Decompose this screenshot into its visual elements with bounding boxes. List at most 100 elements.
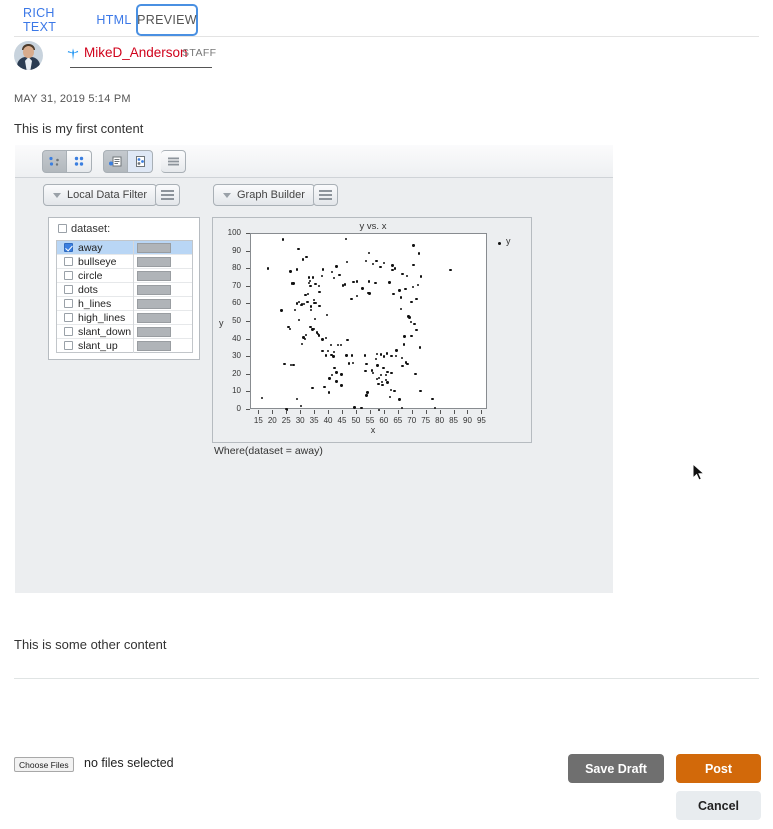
dataset-value-list[interactable]: away bullseye circle dots h_lines high_lines s… — [56, 240, 193, 353]
graph-builder-menu-icon[interactable] — [313, 184, 338, 206]
local-data-filter-box: dataset: away bullseye circle dots h_lines hi… — [48, 217, 200, 360]
scatter-point — [352, 281, 355, 284]
chart-x-tick-mark — [258, 410, 260, 414]
scatter-point — [370, 369, 374, 372]
tab-preview[interactable]: PREVIEW — [136, 4, 198, 36]
chart-y-tick-mark — [246, 338, 250, 340]
avatar[interactable] — [14, 41, 43, 70]
dataset-label-away: away — [78, 241, 103, 254]
chart-x-tick-mark — [439, 410, 441, 414]
scatter-point — [308, 279, 312, 282]
scatter-point — [301, 258, 305, 261]
scatter-point — [408, 316, 411, 319]
dataset-checkbox-away[interactable] — [64, 243, 73, 252]
chart-y-tick-label: 60 — [232, 298, 241, 308]
dataset-group-checkbox[interactable] — [58, 224, 67, 233]
scatter-point — [311, 386, 314, 390]
scatter-point — [401, 364, 404, 368]
dataset-checkbox-slant_up[interactable] — [64, 341, 73, 350]
scatter-point — [330, 343, 333, 346]
scatter-point — [400, 356, 404, 360]
choose-files-button[interactable]: Choose Files — [14, 757, 74, 772]
dataset-checkbox-high_lines[interactable] — [64, 313, 73, 322]
scatter-point — [406, 363, 409, 366]
dataset-count-bar-high_lines — [137, 313, 171, 323]
scatter-point — [433, 406, 437, 409]
dataset-checkbox-h_lines[interactable] — [64, 299, 73, 308]
chart-x-tick-label: 35 — [309, 416, 319, 425]
scatter-point — [390, 354, 393, 357]
chart-x-tick-label: 45 — [337, 416, 347, 425]
author-username[interactable]: MikeD_Anderson — [84, 45, 188, 60]
dataset-checkbox-circle[interactable] — [64, 271, 73, 280]
data-table-icon-button[interactable] — [128, 150, 153, 173]
scatter-point — [321, 268, 325, 271]
menu-hamburger-icon-button[interactable] — [161, 150, 186, 173]
chart-plot-area[interactable] — [250, 233, 487, 412]
scatter-point — [340, 373, 343, 376]
dataset-row-circle[interactable]: circle — [57, 269, 192, 283]
scatter-point — [417, 252, 421, 255]
chart-y-tick-mark — [246, 250, 250, 252]
report-panel-icon-button[interactable] — [103, 150, 128, 173]
chart-y-tick-label: 70 — [232, 280, 241, 290]
tab-html[interactable]: HTML — [92, 6, 136, 34]
post-content-second: This is some other content — [14, 637, 167, 652]
graph-builder-header[interactable]: Graph Builder — [213, 184, 315, 206]
scatter-dense-icon-button[interactable] — [67, 150, 92, 173]
dataset-checkbox-slant_down[interactable] — [64, 327, 73, 336]
scatter-point — [375, 352, 379, 356]
chevron-down-icon — [53, 192, 61, 198]
chart-x-tick-mark — [355, 410, 357, 414]
scatter-point — [383, 355, 386, 358]
scatter-point — [377, 376, 381, 380]
scatter-point — [431, 398, 434, 401]
scatter-point — [391, 264, 394, 267]
chevron-down-icon — [223, 192, 231, 198]
author-badge: STAFF — [182, 47, 217, 59]
local-data-filter-menu-icon[interactable] — [155, 184, 180, 206]
spark-icon — [67, 48, 79, 61]
dataset-checkbox-dots[interactable] — [64, 285, 73, 294]
scatter-point — [393, 389, 396, 393]
save-draft-button[interactable]: Save Draft — [568, 754, 664, 783]
dataset-label-high_lines: high_lines — [78, 311, 126, 324]
scatter-point — [371, 372, 375, 375]
post-content-first: This is my first content — [14, 121, 144, 136]
graph-builder-label: Graph Builder — [237, 189, 305, 201]
scatter-point — [332, 276, 336, 279]
chart-x-tick-mark — [453, 410, 455, 414]
dataset-row-dots[interactable]: dots — [57, 283, 192, 297]
tab-rich-text[interactable]: RICH TEXT — [14, 6, 86, 34]
chart-y-tick-label: 10 — [232, 386, 241, 396]
scatter-point — [355, 280, 359, 283]
post-button[interactable]: Post — [676, 754, 761, 783]
cancel-button[interactable]: Cancel — [676, 791, 761, 820]
scatter-point — [418, 346, 422, 349]
local-data-filter-header[interactable]: Local Data Filter — [43, 184, 158, 206]
dataset-row-high_lines[interactable]: high_lines — [57, 311, 192, 325]
dataset-checkbox-bullseye[interactable] — [64, 257, 73, 266]
scatter-point — [360, 406, 363, 409]
scatter-sparse-icon-button[interactable] — [42, 150, 67, 173]
chart-x-axis-label: x — [370, 425, 376, 435]
scatter-point — [415, 328, 418, 332]
scatter-point — [292, 364, 295, 367]
dataset-row-away[interactable]: away — [57, 241, 192, 255]
scatter-point — [398, 398, 401, 401]
chart-x-tick-mark — [425, 410, 427, 414]
scatter-point — [414, 372, 417, 376]
dataset-row-slant_up[interactable]: slant_up — [57, 339, 192, 353]
scatter-point — [309, 308, 313, 312]
scatter-point — [332, 351, 336, 354]
dataset-row-slant_down[interactable]: slant_down — [57, 325, 192, 339]
dataset-row-h_lines[interactable]: h_lines — [57, 297, 192, 311]
dataset-count-bar-bullseye — [137, 257, 171, 267]
scatter-point — [318, 304, 321, 308]
scatter-point — [392, 292, 395, 296]
scatter-point — [338, 273, 341, 277]
dataset-row-bullseye[interactable]: bullseye — [57, 255, 192, 269]
scatter-point — [365, 362, 368, 366]
embedded-app-panel: Local Data Filter Graph Builder dataset:… — [15, 145, 613, 593]
scatter-point — [345, 260, 349, 263]
